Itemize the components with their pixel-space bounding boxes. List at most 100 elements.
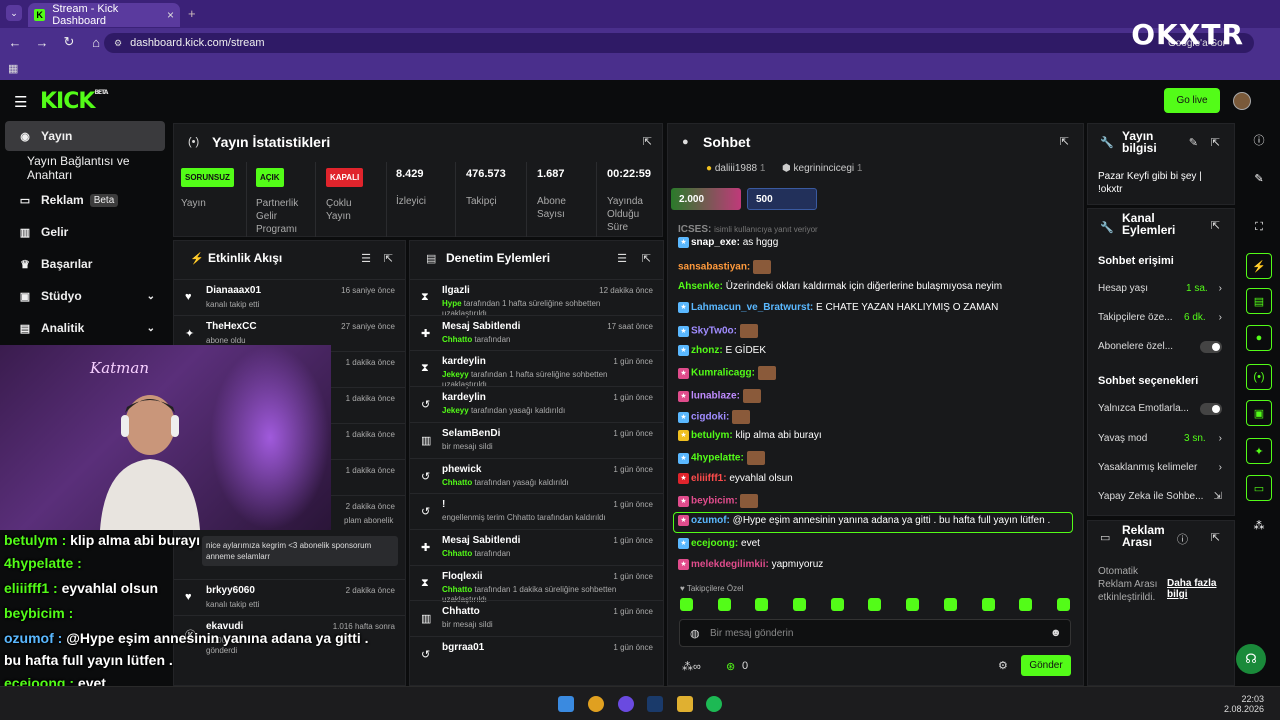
fullscreen-icon[interactable]: ⛶ [1246, 214, 1272, 240]
user-avatar[interactable] [1233, 92, 1251, 110]
mod-name[interactable]: Mesaj Sabitlendi [442, 535, 520, 546]
mod-name[interactable]: bgrraa01 [442, 642, 484, 653]
chevron-right-icon[interactable]: › [1219, 283, 1222, 294]
tab-search-button[interactable]: ⌄ [6, 5, 22, 21]
popout-icon[interactable]: ⇱ [384, 252, 393, 265]
chrome-icon[interactable] [588, 696, 604, 712]
edit-icon[interactable]: ✎ [1189, 136, 1198, 149]
emote[interactable] [717, 598, 731, 611]
ad-icon[interactable]: ▭ [1246, 475, 1272, 501]
external-link-icon[interactable]: ⇲ [1214, 491, 1222, 502]
chat-username[interactable]: Kumralicagg: [691, 368, 755, 379]
chat-icon[interactable]: ● [1246, 325, 1272, 351]
ai-chat-setting[interactable]: Yapay Zeka ile Sohbe... [1098, 491, 1203, 502]
chat-username[interactable]: betulym: [691, 430, 733, 441]
wrench-icon[interactable]: ✦ [1246, 438, 1272, 464]
chat-username[interactable]: beybicim: [691, 496, 738, 507]
settings-icon[interactable]: ⚙ [998, 659, 1008, 672]
chat-message[interactable]: ★ Lahmacun_ve_Bratwurst: E CHATE YAZAN HA… [678, 302, 998, 313]
sidebar-item-gelir[interactable]: ▥ Gelir [5, 217, 165, 247]
address-bar[interactable]: ⚙ dashboard.kick.com/stream Google'a Sor [104, 33, 1254, 53]
account-age-setting[interactable]: Hesap yaşı [1098, 283, 1148, 294]
emoji-icon[interactable]: ☻ [1050, 627, 1062, 639]
chat-username[interactable]: zhonz: [691, 345, 723, 356]
top-user[interactable]: ⬢ kegrinincicegi 1 [782, 163, 862, 174]
chat-message[interactable]: ★ snap_exe: as hggg [678, 237, 778, 248]
sidebar-item-stream-key[interactable]: Yayın Bağlantısı ve Anahtarı [15, 153, 175, 183]
go-live-button[interactable]: Go live [1164, 88, 1220, 113]
chat-username[interactable]: Ahsenke: [678, 281, 723, 292]
popout-icon[interactable]: ⇱ [642, 252, 651, 265]
filter-icon[interactable]: ☰ [617, 252, 627, 265]
discord-icon[interactable] [618, 696, 634, 712]
send-button[interactable]: Gönder [1021, 655, 1071, 676]
mod-name[interactable]: kardeylin [442, 392, 486, 403]
goal-bar[interactable]: 2.000 [671, 188, 741, 210]
windows-start-icon[interactable] [558, 696, 574, 712]
new-tab-button[interactable]: + [188, 6, 196, 21]
emote-only-setting[interactable]: Yalnızca Emotlarla... [1098, 403, 1189, 414]
chat-message[interactable]: ★ betulym: klip alma abi burayı [678, 430, 822, 441]
steam-icon[interactable] [647, 696, 663, 712]
chat-message[interactable]: ★ cigdoki: [678, 410, 751, 424]
top-user[interactable]: ● daliii1988 1 [706, 163, 765, 174]
chat-username[interactable]: ozumof: [691, 515, 730, 526]
chat-username[interactable]: ICSES: [678, 224, 711, 235]
popout-icon[interactable]: ⇱ [1211, 219, 1220, 232]
mod-name[interactable]: kardeylin [442, 356, 486, 367]
popout-icon[interactable]: ⇱ [643, 135, 652, 148]
chat-username[interactable]: ecejoong: [691, 538, 738, 549]
emote[interactable] [830, 598, 844, 611]
folder-icon[interactable] [677, 696, 693, 712]
chevron-right-icon[interactable]: › [1219, 312, 1222, 323]
chat-message[interactable]: ★ Kumralicagg: [678, 366, 776, 380]
chat-message[interactable]: ★ zhonz: E GİDEK [678, 345, 766, 356]
emote[interactable] [680, 598, 693, 611]
bolt-icon[interactable]: ⚡ [1246, 253, 1272, 279]
chat-message[interactable]: sansabastiyan: [678, 260, 772, 274]
chat-username[interactable]: melekdegilimkii: [691, 559, 769, 570]
emote[interactable] [1019, 598, 1033, 611]
mod-name[interactable]: Ilgazli [442, 285, 470, 296]
chat-username[interactable]: lunablaze: [691, 391, 740, 402]
clock[interactable]: 22:03 2.08.2026 [1224, 694, 1264, 714]
popout-icon[interactable]: ⇱ [1060, 135, 1069, 148]
filter-icon[interactable]: ☰ [361, 252, 371, 265]
popout-icon[interactable]: ⇱ [1211, 531, 1220, 544]
chat-message[interactable]: ★ eliiifff1: eyvahlal olsun [678, 473, 793, 484]
goal-bar[interactable]: 500 [747, 188, 817, 210]
apps-grid-icon[interactable]: ▦ [8, 62, 18, 75]
mod-name[interactable]: ! [442, 499, 445, 510]
chat-message[interactable]: ★ beybicim: [678, 494, 759, 508]
chat-message[interactable]: ICSES: isimli kullanıcıya yanıt veriyor [678, 224, 818, 235]
chat-message[interactable]: ★ lunablaze: [678, 389, 761, 403]
emote[interactable] [755, 598, 769, 611]
chat-username[interactable]: SkyTw0o: [691, 326, 737, 337]
mod-name[interactable]: Chhatto [442, 606, 480, 617]
chat-username[interactable]: eliiifff1: [691, 473, 727, 484]
chat-message[interactable]: ★ ecejoong: evet [678, 538, 760, 549]
popout-icon[interactable]: ⇱ [1211, 136, 1220, 149]
tab-active[interactable]: K Stream - Kick Dashboard × [28, 3, 180, 27]
layout-icon[interactable]: ▣ [1246, 400, 1272, 426]
spotify-icon[interactable] [706, 696, 722, 712]
follower-only-setting[interactable]: Takipçilere öze... [1098, 312, 1172, 323]
sidebar-item-reklam[interactable]: ▭ Reklam Beta [5, 185, 165, 215]
chevron-right-icon[interactable]: › [1219, 433, 1222, 444]
edit-icon[interactable]: ✎ [1246, 165, 1272, 191]
chat-mode-icon[interactable]: ⁂∞ [682, 660, 701, 673]
sidebar-item-studyo[interactable]: ▣ Stüdyo ⌄ [5, 281, 165, 311]
emote[interactable] [981, 598, 995, 611]
sidebar-item-yayin[interactable]: ◉ Yayın [5, 121, 165, 151]
mod-name[interactable]: phewick [442, 464, 481, 475]
sidebar-item-basarilar[interactable]: ♛ Başarılar [5, 249, 165, 279]
chat-message[interactable]: ★ 4hypelatte: [678, 451, 765, 465]
chat-username[interactable]: 4hypelatte: [691, 453, 744, 464]
chat-message[interactable]: ★ ozumof: @Hype eşim annesinin yanına ada… [678, 515, 1050, 526]
info-icon[interactable]: ⓘ [1177, 531, 1188, 547]
emote[interactable] [906, 598, 920, 611]
help-button[interactable]: ☊ [1236, 644, 1266, 674]
mod-name[interactable]: Floqlexii [442, 571, 483, 582]
forward-icon[interactable]: → [30, 35, 54, 50]
mod-name[interactable]: SelamBenDi [442, 428, 500, 439]
